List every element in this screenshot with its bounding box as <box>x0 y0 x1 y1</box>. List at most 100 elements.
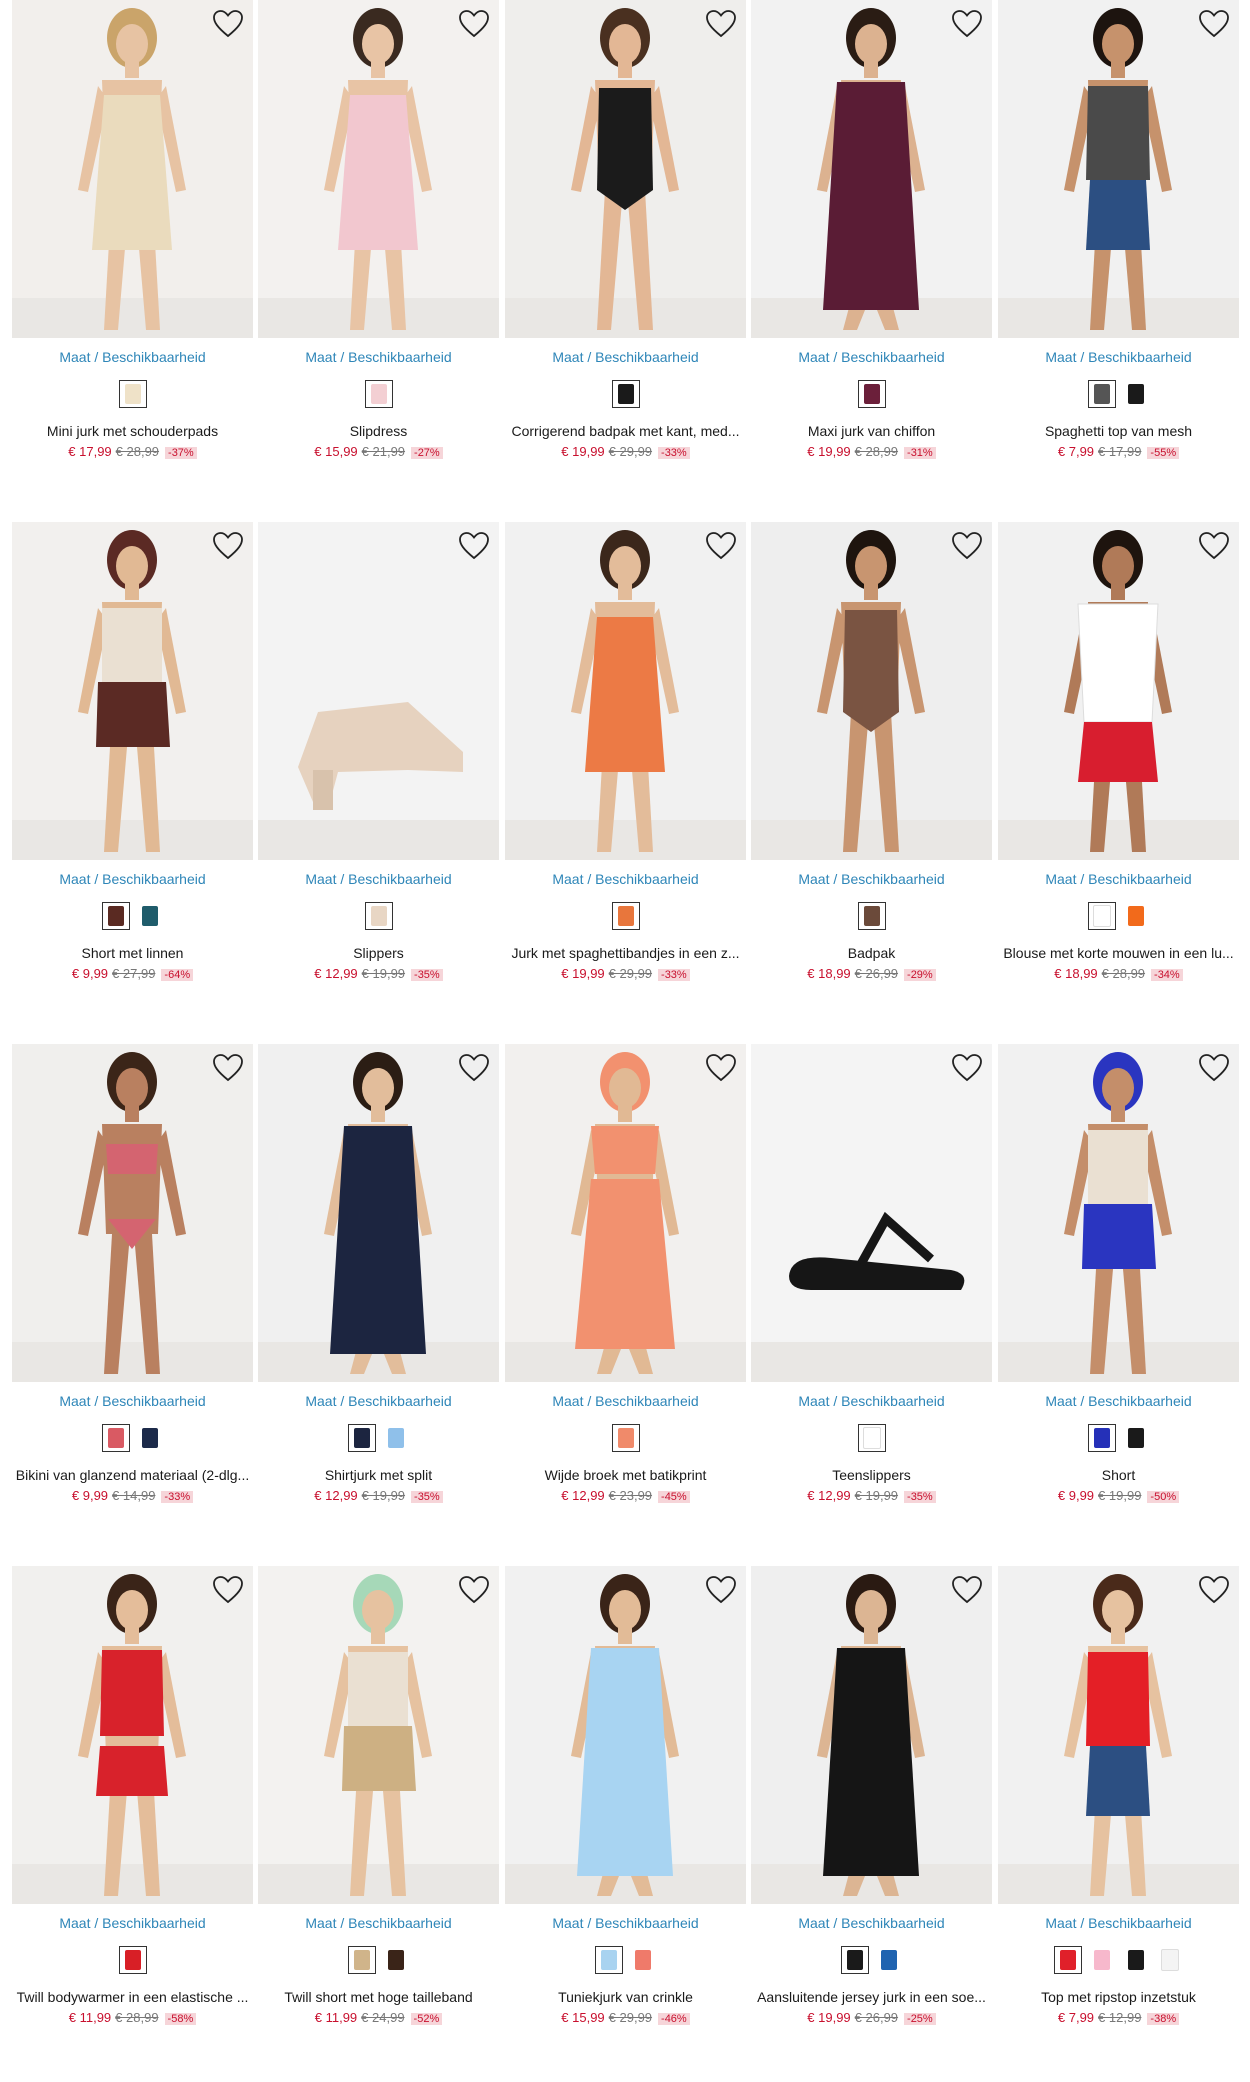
color-swatch[interactable] <box>101 902 130 930</box>
product-image[interactable] <box>998 1566 1239 1904</box>
product-card[interactable]: Maat / Beschikbaarheid Short € 9,99 € 19,99… <box>998 1044 1239 1524</box>
product-title[interactable]: Spaghetti top van mesh <box>994 423 1243 439</box>
heart-outline-icon[interactable] <box>211 1574 245 1606</box>
heart-outline-icon[interactable] <box>950 8 984 40</box>
color-swatch[interactable] <box>347 1946 376 1974</box>
heart-outline-icon[interactable] <box>457 1574 491 1606</box>
product-title[interactable]: Maxi jurk van chiffon <box>747 423 996 439</box>
heart-outline-icon[interactable] <box>950 530 984 562</box>
heart-outline-icon[interactable] <box>950 1574 984 1606</box>
product-image[interactable] <box>751 522 992 860</box>
color-swatch[interactable] <box>1122 1424 1150 1452</box>
heart-outline-icon[interactable] <box>1197 8 1231 40</box>
size-availability-link[interactable]: Maat / Beschikbaarheid <box>505 1393 746 1409</box>
size-availability-link[interactable]: Maat / Beschikbaarheid <box>258 1915 499 1931</box>
size-availability-link[interactable]: Maat / Beschikbaarheid <box>12 1915 253 1931</box>
size-availability-link[interactable]: Maat / Beschikbaarheid <box>12 349 253 365</box>
product-title[interactable]: Slipdress <box>254 423 503 439</box>
product-image[interactable] <box>258 1566 499 1904</box>
size-availability-link[interactable]: Maat / Beschikbaarheid <box>505 349 746 365</box>
heart-outline-icon[interactable] <box>211 1052 245 1084</box>
product-image[interactable] <box>505 522 746 860</box>
heart-outline-icon[interactable] <box>950 1052 984 1084</box>
size-availability-link[interactable]: Maat / Beschikbaarheid <box>12 1393 253 1409</box>
heart-outline-icon[interactable] <box>457 530 491 562</box>
product-image[interactable] <box>998 1044 1239 1382</box>
color-swatch[interactable] <box>1156 1946 1184 1974</box>
product-card[interactable]: Maat / Beschikbaarheid Shirtjurk met spli… <box>258 1044 499 1524</box>
size-availability-link[interactable]: Maat / Beschikbaarheid <box>505 871 746 887</box>
product-title[interactable]: Tuniekjurk van crinkle <box>501 1989 750 2005</box>
product-image[interactable] <box>998 522 1239 860</box>
color-swatch[interactable] <box>840 1946 869 1974</box>
color-swatch[interactable] <box>611 1424 640 1452</box>
size-availability-link[interactable]: Maat / Beschikbaarheid <box>751 1915 992 1931</box>
product-card[interactable]: Maat / Beschikbaarheid Slippers € 12,99 € 1… <box>258 522 499 1002</box>
size-availability-link[interactable]: Maat / Beschikbaarheid <box>258 1393 499 1409</box>
product-image[interactable] <box>505 0 746 338</box>
color-swatch[interactable] <box>1087 902 1116 930</box>
color-swatch[interactable] <box>364 380 393 408</box>
product-title[interactable]: Top met ripstop inzetstuk <box>994 1989 1243 2005</box>
size-availability-link[interactable]: Maat / Beschikbaarheid <box>258 871 499 887</box>
color-swatch[interactable] <box>1122 902 1150 930</box>
product-card[interactable]: Maat / Beschikbaarheid Mini jurk met scho… <box>12 0 253 480</box>
product-image[interactable] <box>751 1044 992 1382</box>
product-title[interactable]: Corrigerend badpak met kant, med... <box>501 423 750 439</box>
product-card[interactable]: Maat / Beschikbaarheid Corrigerend badpak… <box>505 0 746 480</box>
color-swatch[interactable] <box>611 380 640 408</box>
size-availability-link[interactable]: Maat / Beschikbaarheid <box>12 871 253 887</box>
product-card[interactable]: Maat / Beschikbaarheid Twill short met ho… <box>258 1566 499 2046</box>
color-swatch[interactable] <box>1122 1946 1150 1974</box>
heart-outline-icon[interactable] <box>457 1052 491 1084</box>
size-availability-link[interactable]: Maat / Beschikbaarheid <box>998 871 1239 887</box>
product-image[interactable] <box>751 1566 992 1904</box>
heart-outline-icon[interactable] <box>704 1574 738 1606</box>
size-availability-link[interactable]: Maat / Beschikbaarheid <box>751 349 992 365</box>
product-title[interactable]: Twill short met hoge tailleband <box>254 1989 503 2005</box>
heart-outline-icon[interactable] <box>1197 1574 1231 1606</box>
color-swatch[interactable] <box>118 380 147 408</box>
product-card[interactable]: Maat / Beschikbaarheid Maxi jurk van chif… <box>751 0 992 480</box>
product-title[interactable]: Short <box>994 1467 1243 1483</box>
product-title[interactable]: Badpak <box>747 945 996 961</box>
heart-outline-icon[interactable] <box>704 8 738 40</box>
color-swatch[interactable] <box>1088 1946 1116 1974</box>
product-title[interactable]: Jurk met spaghettibandjes in een z... <box>501 945 750 961</box>
product-image[interactable] <box>751 0 992 338</box>
size-availability-link[interactable]: Maat / Beschikbaarheid <box>998 1915 1239 1931</box>
product-card[interactable]: Maat / Beschikbaarheid Spaghetti top van … <box>998 0 1239 480</box>
product-image[interactable] <box>12 0 253 338</box>
size-availability-link[interactable]: Maat / Beschikbaarheid <box>998 349 1239 365</box>
size-availability-link[interactable]: Maat / Beschikbaarheid <box>505 1915 746 1931</box>
product-title[interactable]: Aansluitende jersey jurk in een soe... <box>747 1989 996 2005</box>
color-swatch[interactable] <box>382 1946 410 1974</box>
heart-outline-icon[interactable] <box>457 8 491 40</box>
product-title[interactable]: Teenslippers <box>747 1467 996 1483</box>
color-swatch[interactable] <box>1087 1424 1116 1452</box>
product-title[interactable]: Twill bodywarmer in een elastische ... <box>8 1989 257 2005</box>
product-card[interactable]: Maat / Beschikbaarheid Aansluitende jerse… <box>751 1566 992 2046</box>
product-image[interactable] <box>258 1044 499 1382</box>
size-availability-link[interactable]: Maat / Beschikbaarheid <box>751 871 992 887</box>
size-availability-link[interactable]: Maat / Beschikbaarheid <box>998 1393 1239 1409</box>
product-image[interactable] <box>505 1566 746 1904</box>
product-card[interactable]: Maat / Beschikbaarheid Bikini van glanzen… <box>12 1044 253 1524</box>
heart-outline-icon[interactable] <box>211 530 245 562</box>
product-image[interactable] <box>12 1044 253 1382</box>
heart-outline-icon[interactable] <box>704 1052 738 1084</box>
product-card[interactable]: Maat / Beschikbaarheid Wijde broek met ba… <box>505 1044 746 1524</box>
color-swatch[interactable] <box>118 1946 147 1974</box>
color-swatch[interactable] <box>857 902 886 930</box>
product-image[interactable] <box>12 1566 253 1904</box>
color-swatch[interactable] <box>1087 380 1116 408</box>
product-title[interactable]: Shirtjurk met split <box>254 1467 503 1483</box>
product-card[interactable]: Maat / Beschikbaarheid Teenslippers € 12,9… <box>751 1044 992 1524</box>
color-swatch[interactable] <box>364 902 393 930</box>
product-card[interactable]: Maat / Beschikbaarheid Top met ripstop in… <box>998 1566 1239 2046</box>
size-availability-link[interactable]: Maat / Beschikbaarheid <box>751 1393 992 1409</box>
product-card[interactable]: Maat / Beschikbaarheid Twill bodywarmer i… <box>12 1566 253 2046</box>
product-title[interactable]: Mini jurk met schouderpads <box>8 423 257 439</box>
product-card[interactable]: Maat / Beschikbaarheid Short met linnen € … <box>12 522 253 1002</box>
product-image[interactable] <box>258 522 499 860</box>
